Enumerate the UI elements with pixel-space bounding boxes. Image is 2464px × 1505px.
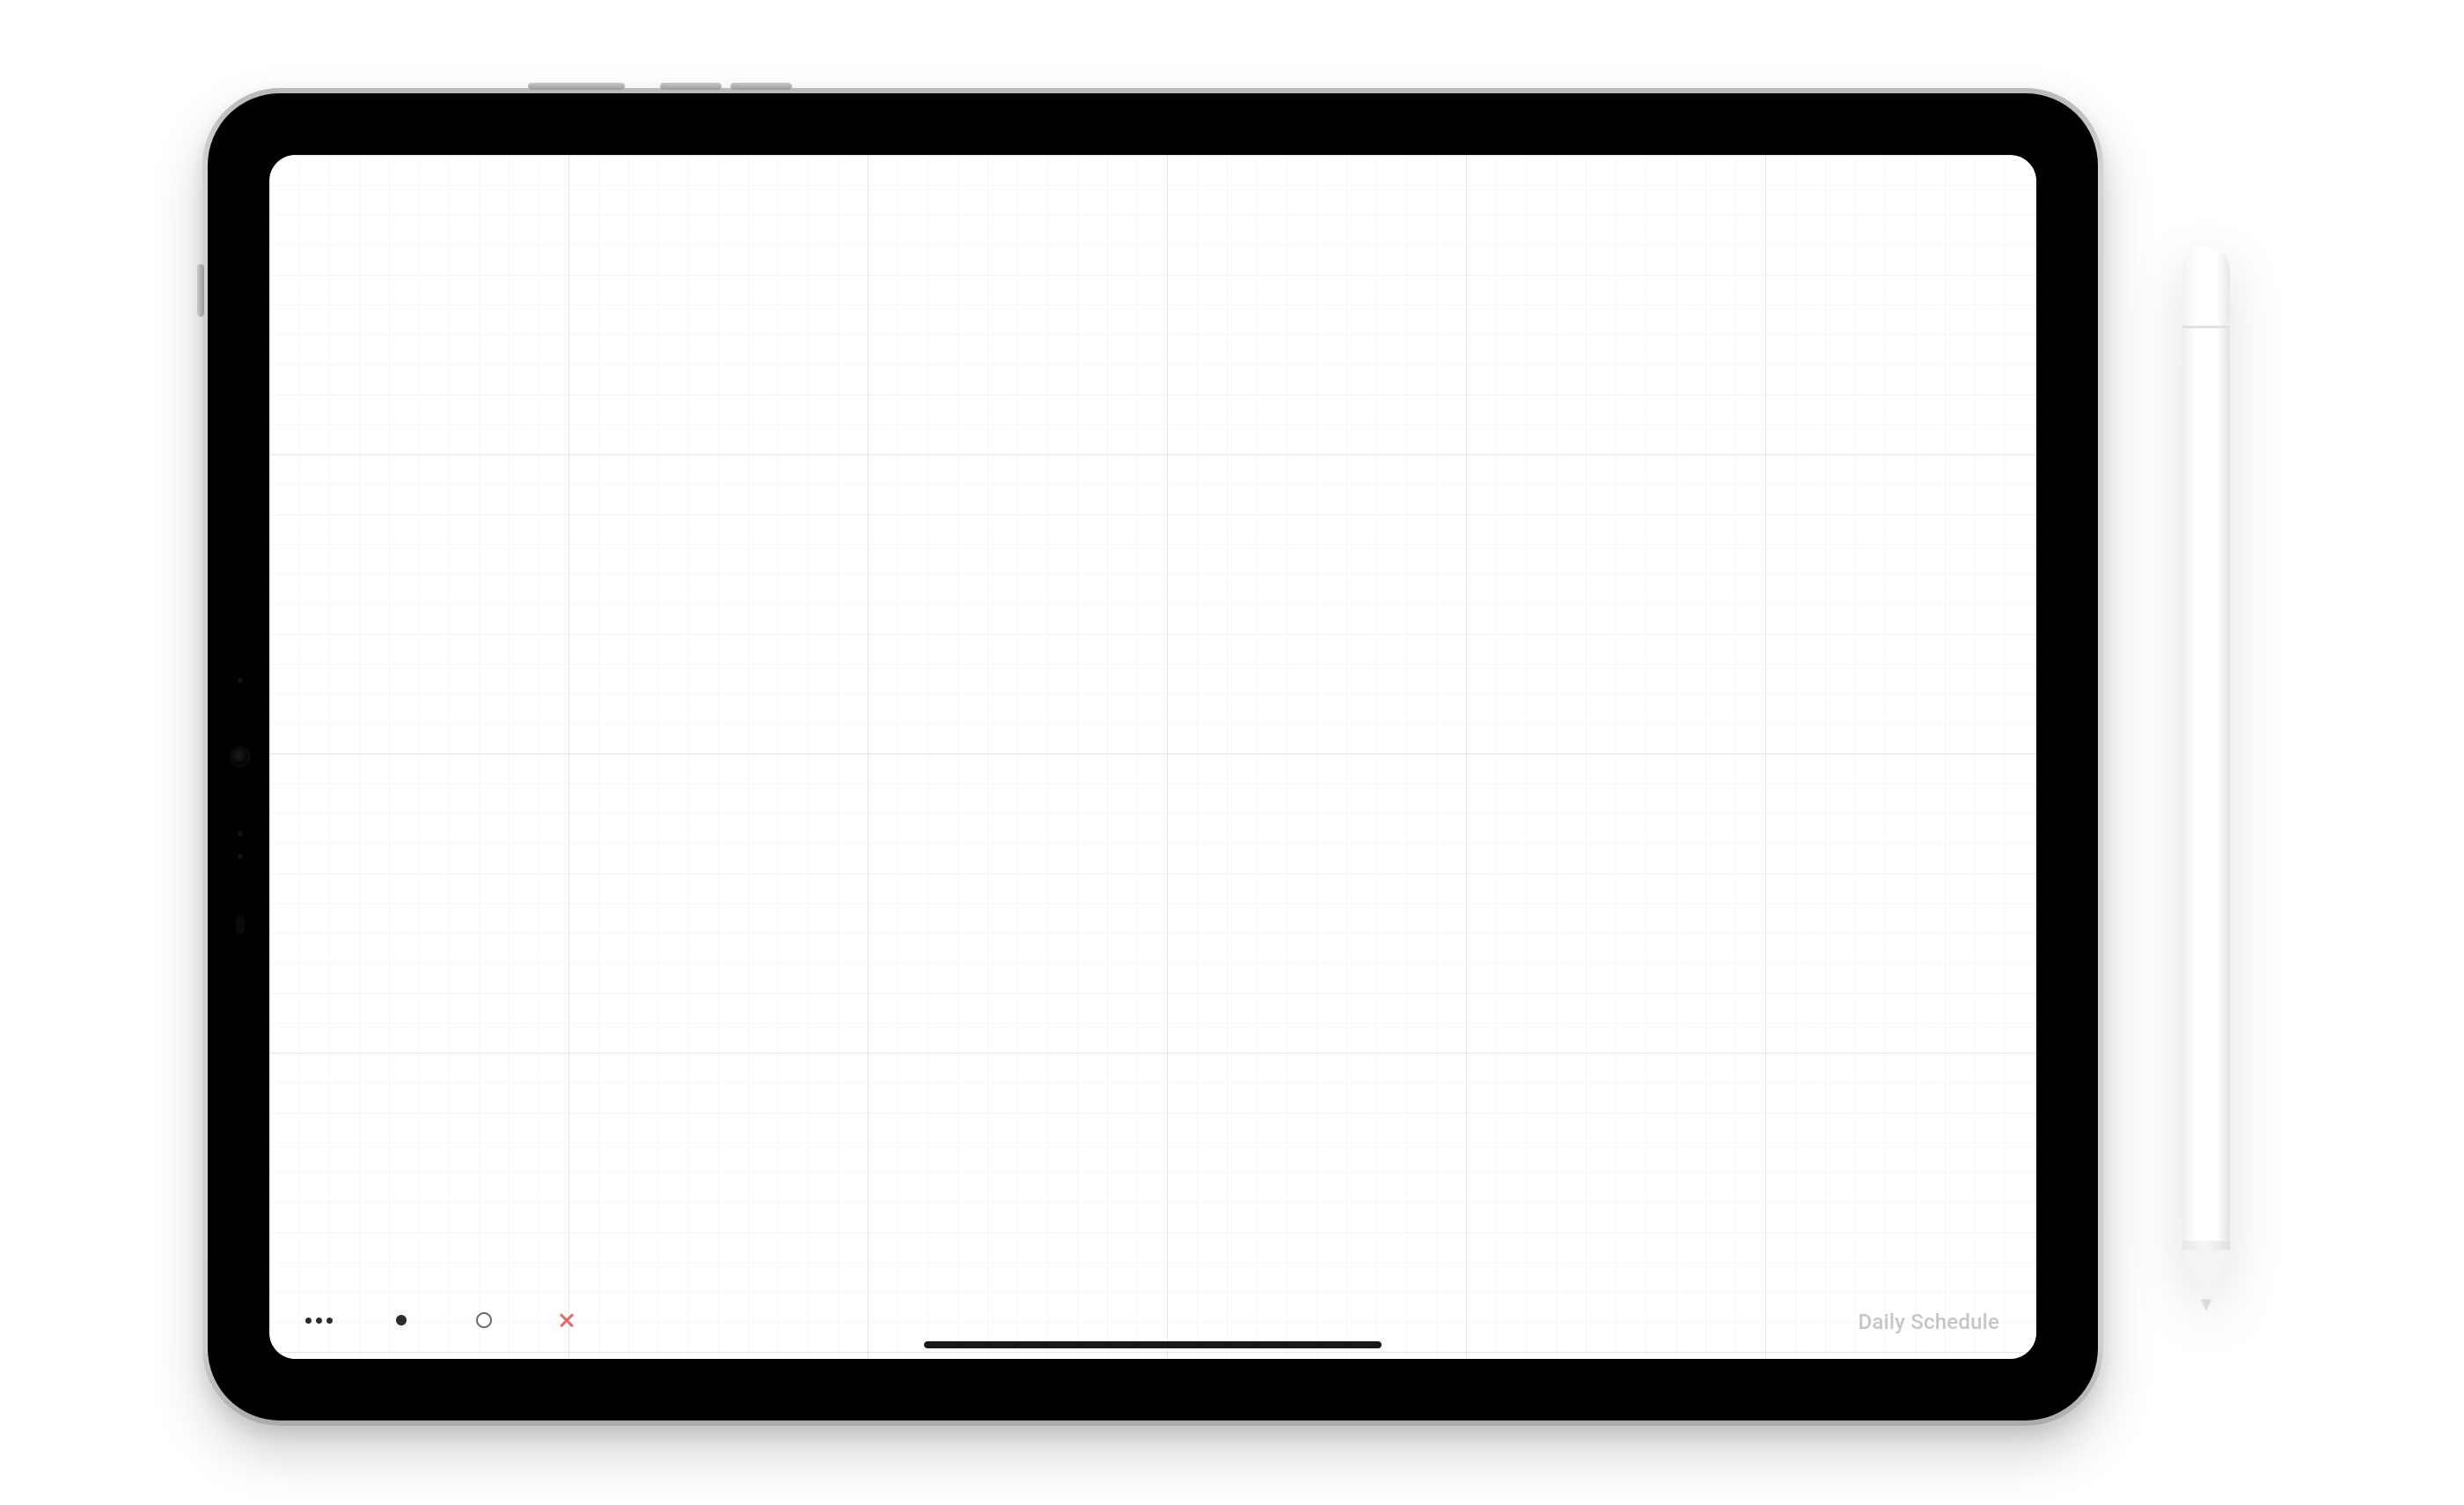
microphone-slot	[236, 915, 245, 935]
volume-up-button	[660, 83, 722, 90]
screen[interactable]: Daily Schedule	[269, 155, 2036, 1359]
ipad-bezel: Daily Schedule	[208, 93, 2098, 1421]
ipad-frame: Daily Schedule	[202, 88, 2103, 1426]
pencil-tip	[2182, 1250, 2230, 1303]
home-indicator[interactable]	[924, 1341, 1382, 1348]
apple-pencil	[2182, 246, 2230, 1303]
power-button	[528, 83, 625, 90]
sensor-dot	[238, 831, 243, 836]
sensor-dot	[238, 854, 243, 859]
page-title: Daily Schedule	[1859, 1310, 1999, 1334]
pencil-collar	[2182, 1241, 2230, 1250]
more-icon[interactable]	[303, 1304, 334, 1336]
outline-circle-icon[interactable]	[468, 1304, 500, 1336]
front-camera	[232, 749, 248, 765]
volume-down-button	[730, 83, 792, 90]
pencil-shaft	[2182, 328, 2230, 1241]
filled-dot-icon[interactable]	[385, 1304, 417, 1336]
grid-canvas[interactable]	[269, 155, 2036, 1359]
pencil-cap	[2182, 246, 2230, 326]
bottom-toolbar	[294, 1299, 591, 1341]
close-icon[interactable]	[551, 1304, 583, 1336]
side-connector	[197, 264, 204, 317]
sensor-dot	[238, 678, 243, 683]
device-mockup-stage: Daily Schedule	[0, 0, 2464, 1505]
